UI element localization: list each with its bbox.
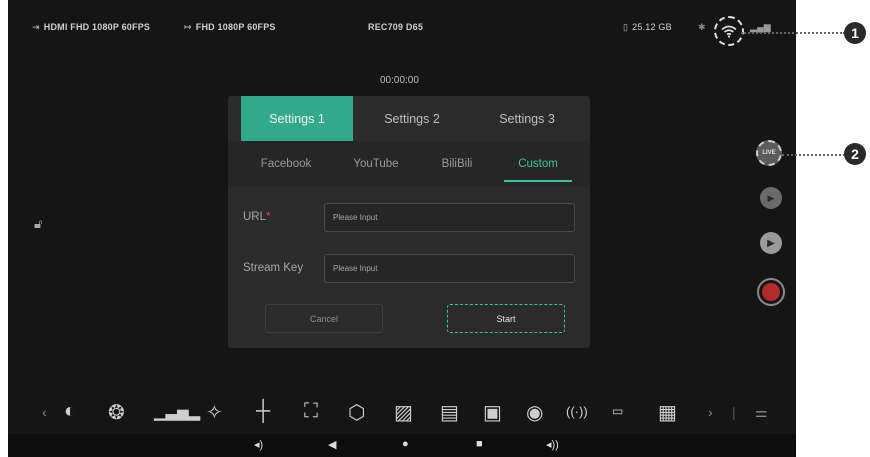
fast-play-button[interactable]: ▶︎ (760, 187, 782, 209)
lut-cube-icon[interactable]: ⬡ (348, 400, 365, 425)
false-color-icon[interactable]: ◐ (64, 400, 76, 423)
stream-key-input[interactable] (324, 254, 575, 283)
system-nav-bar: ◂) ◀ ● ■ ◂)) (8, 434, 796, 457)
recents-icon[interactable]: ■ (476, 438, 483, 450)
tool-bar: ‹ ◐ ❂ ▁▃▅▂ ✧ ┼ ⛶ ⬡ ▨ ▤ ▣ ◉ ((·)) ▭ ▦ › |… (8, 394, 796, 434)
volume-up-icon[interactable]: ◂)) (546, 438, 559, 451)
output-icon: ↦ (184, 22, 192, 32)
platform-youtube[interactable]: YouTube (340, 141, 412, 187)
required-mark: * (266, 211, 271, 223)
chevron-right-icon[interactable]: › (708, 404, 713, 420)
platform-tabs: Facebook YouTube BiliBili Custom (228, 141, 590, 187)
crosshair-icon[interactable]: ┼ (256, 400, 270, 423)
focus-frame-icon[interactable]: ⛶ (304, 400, 318, 423)
histogram-icon[interactable]: ▁▃▅▂ (154, 403, 200, 421)
lock-icon[interactable]: 🔓︎ (34, 216, 42, 232)
cancel-button[interactable]: Cancel (265, 304, 383, 333)
chevron-left-icon[interactable]: ‹ (42, 404, 47, 420)
radio-icon[interactable]: ((·)) (566, 404, 588, 419)
play-icon: ▶︎ (767, 237, 775, 249)
settings-sliders-icon[interactable]: ⚌ (755, 404, 768, 421)
rgb-parade-icon[interactable]: ❂ (108, 400, 125, 425)
platform-bilibili[interactable]: BiliBili (426, 141, 488, 187)
tab-settings-1[interactable]: Settings 1 (241, 96, 353, 141)
grid-icon[interactable]: ▦ (658, 400, 677, 425)
timecode-icon[interactable]: ▭ (612, 404, 623, 418)
record-button[interactable] (757, 278, 785, 306)
frame-guide-icon[interactable]: ▣ (483, 400, 502, 425)
sd-card-icon: ▯ (623, 22, 629, 32)
callout-leader-1 (741, 32, 845, 34)
wifi-glyph (721, 25, 737, 38)
monitor-screen: ⇥ HDMI FHD 1080P 60FPS ↦ FHD 1080P 60FPS R… (8, 0, 796, 457)
tab-settings-3[interactable]: Settings 3 (471, 96, 583, 141)
toolbar-divider: | (732, 404, 736, 420)
waveform-icon[interactable]: ▤ (440, 400, 459, 425)
output-status-label: FHD 1080P 60FPS (195, 22, 276, 32)
hdmi-in-icon: ⇥ (32, 22, 40, 32)
platform-facebook[interactable]: Facebook (250, 141, 322, 187)
callout-leader-2 (782, 154, 845, 156)
zebra-icon[interactable]: ▨ (394, 400, 413, 425)
timecode: 00:00:00 (380, 75, 419, 86)
callout-badge-2: 2 (844, 143, 866, 165)
settings-tabs: Settings 1 Settings 2 Settings 3 (228, 96, 590, 141)
url-input[interactable] (324, 203, 575, 232)
stream-settings-dialog: Settings 1 Settings 2 Settings 3 Faceboo… (228, 96, 590, 348)
callout-badge-1: 1 (844, 22, 866, 44)
status-bar: ⇥ HDMI FHD 1080P 60FPS ↦ FHD 1080P 60FPS R… (8, 0, 796, 58)
output-status: ↦ FHD 1080P 60FPS (184, 22, 276, 33)
input-status: ⇥ HDMI FHD 1080P 60FPS (32, 22, 150, 33)
wifi-icon[interactable] (714, 16, 744, 46)
input-status-label: HDMI FHD 1080P 60FPS (43, 22, 151, 32)
volume-down-icon[interactable]: ◂) (254, 438, 263, 451)
audio-icon[interactable]: ◉ (526, 400, 543, 425)
live-button[interactable]: LIVE (756, 140, 782, 166)
color-space-label: REC709 D65 (368, 22, 424, 32)
play-button[interactable]: ▶︎ (760, 232, 782, 254)
stream-key-label: Stream Key (243, 262, 304, 274)
bluetooth-icon[interactable]: ✱ (698, 22, 706, 33)
vectorscope-icon[interactable]: ✧ (206, 400, 223, 425)
back-icon[interactable]: ◀ (328, 438, 336, 451)
home-icon[interactable]: ● (402, 438, 409, 450)
tab-settings-2[interactable]: Settings 2 (356, 96, 468, 141)
platform-custom[interactable]: Custom (498, 141, 578, 187)
start-button[interactable]: Start (447, 304, 565, 333)
url-label-text: URL (243, 211, 267, 223)
fast-forward-icon: ▶︎ (767, 192, 775, 203)
storage-status: ▯ 25.12 GB (623, 22, 672, 33)
storage-label: 25.12 GB (632, 22, 672, 32)
url-label: URL* (243, 211, 271, 223)
